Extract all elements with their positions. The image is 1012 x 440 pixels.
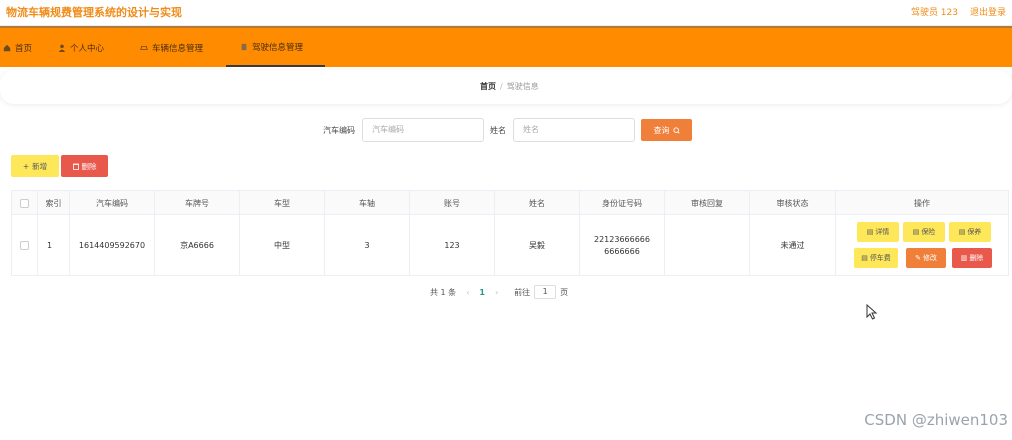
delete-button[interactable]: ▥ 删除 [952, 248, 992, 268]
current-user[interactable]: 驾驶员 123 [911, 5, 958, 18]
page-suffix: 页 [560, 287, 569, 297]
search-form: 汽车编码 汽车编码 姓名 姓名 查询 [0, 118, 1012, 142]
cell-name: 吴毅 [495, 215, 580, 276]
column-header: 车牌号 [155, 191, 240, 215]
document-icon: ▤ [958, 228, 966, 236]
cell-review-reply [665, 215, 750, 276]
search-icon [672, 126, 680, 134]
app-title: 物流车辆规费管理系统的设计与实现 [6, 6, 182, 19]
goto-label: 前往 [514, 287, 531, 297]
add-label: 新增 [32, 161, 48, 171]
table-header: 索引 汽车编码 车牌号 车型 车轴 账号 姓名 身份证号码 审核回复 审核状态 … [12, 191, 1008, 215]
cell-account: 123 [410, 215, 495, 276]
document-icon: ▤ [866, 228, 874, 236]
car-code-input[interactable]: 汽车编码 [362, 118, 484, 142]
goto-page-input[interactable]: 1 [534, 285, 557, 299]
breadcrumb-home[interactable]: 首页 [480, 82, 496, 91]
column-header: 汽车编码 [70, 191, 155, 215]
delete-label: 删除 [81, 161, 97, 171]
trash-icon: ▥ [960, 254, 968, 262]
pagination: 共 1 条 ‹ 1 › 前往 1 页 [430, 284, 568, 300]
nav-item-driving[interactable]: 驾驶信息管理 [226, 28, 325, 67]
edit-label: 修改 [922, 254, 937, 262]
nav-item-label: 车辆信息管理 [152, 43, 204, 54]
document-icon [241, 43, 247, 50]
user-area: 驾驶员 123 退出登录 [911, 5, 1006, 18]
select-all-cell [12, 191, 38, 215]
detail-label: 详情 [875, 228, 890, 236]
home-icon [3, 44, 11, 51]
name-label: 姓名 [490, 126, 506, 135]
row-checkbox[interactable] [20, 241, 29, 250]
detail-button[interactable]: ▤ 详情 [857, 222, 899, 242]
edit-button[interactable]: ✎ 修改 [906, 248, 946, 268]
logout-link[interactable]: 退出登录 [970, 5, 1006, 18]
car-code-label: 汽车编码 [323, 126, 355, 135]
plus-icon: + [22, 161, 30, 171]
parking-fee-button[interactable]: ▤ 停车费 [854, 248, 898, 268]
nav-item-profile[interactable]: 个人中心 [58, 28, 104, 67]
mouse-cursor-icon [866, 304, 878, 320]
cell-id-number: 221236666666666666 [594, 234, 650, 256]
row-select-cell [12, 215, 38, 276]
cell-axle: 3 [325, 215, 410, 276]
insurance-button[interactable]: ▤ 保险 [903, 222, 945, 242]
add-button[interactable]: + 新增 [11, 155, 59, 177]
breadcrumb-separator: / [500, 82, 503, 91]
cell-model: 中型 [240, 215, 325, 276]
breadcrumb: 首页 / 驾驶信息 [480, 81, 539, 92]
document-icon: ▤ [861, 254, 868, 262]
insurance-label: 保险 [921, 228, 936, 236]
nav-item-home[interactable]: 首页 [3, 28, 32, 67]
main-nav: 首页 个人中心 车辆信息管理 驾驶信息管理 [0, 26, 1012, 67]
user-icon [58, 44, 66, 52]
cell-review-status: 未通过 [750, 215, 836, 276]
nav-item-label: 首页 [15, 43, 33, 54]
nav-item-vehicles[interactable]: 车辆信息管理 [140, 28, 203, 67]
column-header: 操作 [914, 198, 930, 208]
pencil-icon: ✎ [915, 254, 921, 262]
maintenance-button[interactable]: ▤ 保养 [949, 222, 991, 242]
prev-page-icon[interactable]: ‹ [466, 288, 469, 297]
column-header: 审核回复 [665, 191, 750, 215]
cell-operations: ▤ 详情 ▤ 保险 ▤ 保养 ▤ 停车费 ✎ 修改 ▥ 删除 [836, 215, 1008, 276]
batch-delete-button[interactable]: 删除 [61, 155, 108, 177]
nav-item-label: 驾驶信息管理 [252, 42, 304, 53]
query-button[interactable]: 查询 [641, 119, 692, 141]
column-header: 审核状态 [750, 191, 836, 215]
total-count: 共 1 条 [430, 287, 457, 297]
cell-id-number-wrapper: 221236666666666666 [580, 215, 665, 276]
column-header: 车轴 [325, 191, 410, 215]
nav-item-label: 个人中心 [70, 43, 105, 54]
cell-index: 1 [38, 215, 70, 276]
driving-info-table: 索引 汽车编码 车牌号 车型 车轴 账号 姓名 身份证号码 审核回复 审核状态 … [11, 190, 1009, 276]
breadcrumb-card: 首页 / 驾驶信息 [0, 70, 1012, 104]
column-header: 索引 [38, 191, 70, 215]
column-header: 车型 [240, 191, 325, 215]
trash-icon [72, 163, 79, 170]
maintenance-label: 保养 [967, 228, 982, 236]
parking-fee-label: 停车费 [869, 254, 891, 262]
next-page-icon[interactable]: › [495, 288, 498, 297]
name-input[interactable]: 姓名 [513, 118, 635, 142]
column-header: 账号 [410, 191, 495, 215]
page-number[interactable]: 1 [479, 288, 485, 297]
select-all-checkbox[interactable] [20, 198, 29, 208]
delete-row-label: 删除 [969, 254, 984, 262]
cell-car-code: 1614409592670 [70, 215, 155, 276]
top-bar: 物流车辆规费管理系统的设计与实现 驾驶员 123 退出登录 [0, 0, 1012, 26]
column-header: 身份证号码 [580, 191, 665, 215]
query-label: 查询 [653, 125, 670, 135]
car-icon [140, 45, 148, 50]
cell-plate: 京A6666 [155, 215, 240, 276]
document-icon: ▤ [912, 228, 920, 236]
breadcrumb-current: 驾驶信息 [506, 82, 539, 91]
column-header: 姓名 [495, 191, 580, 215]
watermark: CSDN @zhiwen103 [864, 411, 1008, 429]
